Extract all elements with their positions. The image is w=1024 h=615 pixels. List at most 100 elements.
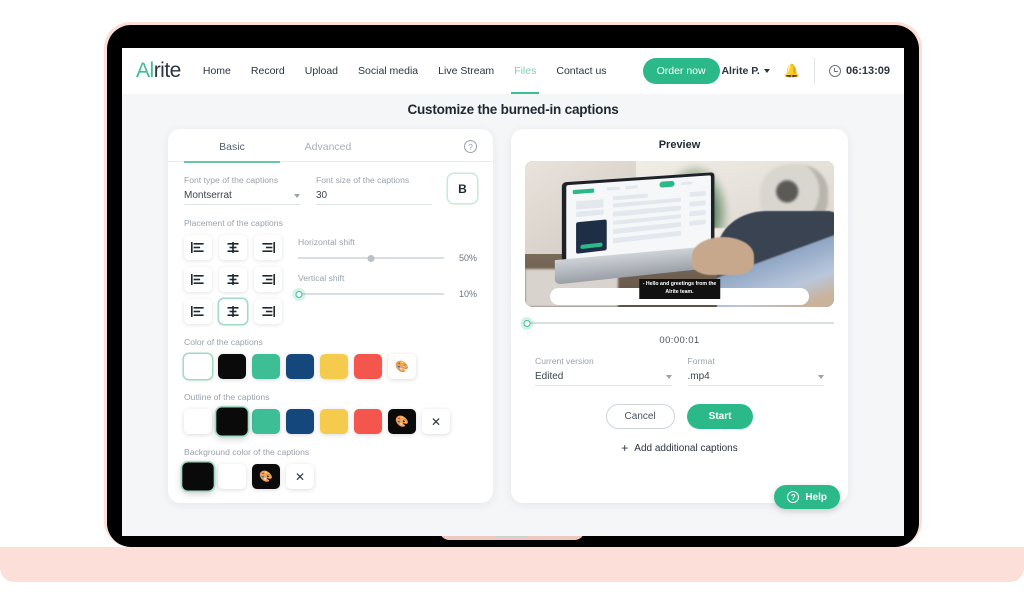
settings-card: Basic Advanced ? Font type of the captio…: [168, 129, 493, 503]
background-color-label: Background color of the captions: [184, 447, 310, 457]
chevron-down-icon: [665, 374, 672, 379]
settings-tabs: Basic Advanced ?: [168, 129, 493, 161]
preview-title: Preview: [658, 139, 701, 151]
align-top-center-button[interactable]: [219, 235, 247, 260]
outline-color-green[interactable]: [252, 409, 280, 434]
top-navbar: Al rite Home Record Upload Social media L…: [122, 48, 904, 94]
vertical-shift-thumb[interactable]: [295, 290, 303, 298]
align-middle-right-button[interactable]: [254, 267, 282, 292]
caption-color-green[interactable]: [252, 354, 280, 379]
nav-right-group: Alrite P. 🔔 06:13:09: [721, 48, 890, 94]
background-color-black[interactable]: [182, 462, 214, 491]
font-size-value: 30: [316, 190, 328, 201]
outline-color-palette-icon[interactable]: 🎨: [388, 409, 416, 434]
font-size-input[interactable]: 30: [316, 190, 432, 205]
current-version-field: Current version Edited: [535, 356, 672, 386]
horizontal-shift-value: 50%: [458, 253, 477, 263]
user-menu[interactable]: Alrite P.: [721, 65, 770, 77]
video-preview[interactable]: - Hello and greetings from the Alrite te…: [525, 161, 834, 307]
nav-item-home[interactable]: Home: [203, 48, 231, 94]
background-color-palette-icon[interactable]: 🎨: [252, 464, 280, 489]
order-now-button[interactable]: Order now: [642, 58, 720, 84]
slider-rail: [525, 322, 834, 324]
align-middle-left-button[interactable]: [184, 267, 212, 292]
chevron-down-icon: [818, 374, 824, 379]
nav-item-live-stream[interactable]: Live Stream: [438, 48, 494, 94]
alignment-grid: [184, 235, 282, 324]
align-top-right-button[interactable]: [254, 235, 282, 260]
caption-color-yellow[interactable]: [320, 354, 348, 379]
vertical-shift-slider[interactable]: [295, 289, 444, 299]
align-middle-center-button[interactable]: [219, 267, 247, 292]
logo-text-rite: rite: [153, 59, 182, 82]
bell-icon[interactable]: 🔔: [784, 63, 800, 79]
format-value: .mp4: [687, 371, 710, 382]
align-bottom-right-button[interactable]: [254, 299, 282, 324]
add-additional-captions-label: Add additional captions: [634, 442, 738, 454]
nav-item-social-media[interactable]: Social media: [358, 48, 418, 94]
font-type-label: Font type of the captions: [184, 175, 279, 185]
nav-item-record[interactable]: Record: [251, 48, 285, 94]
horizontal-shift-thumb[interactable]: [367, 254, 375, 262]
font-type-select[interactable]: Montserrat: [184, 190, 300, 205]
nav-item-files[interactable]: Files: [511, 48, 540, 94]
slider-rail: [298, 293, 444, 295]
caption-color-palette-icon[interactable]: 🎨: [388, 354, 416, 379]
caption-color-navy[interactable]: [286, 354, 314, 379]
horizontal-shift-slider[interactable]: [298, 253, 444, 263]
caption-color-red[interactable]: [354, 354, 382, 379]
format-label: Format: [687, 356, 715, 366]
tab-advanced[interactable]: Advanced: [280, 141, 376, 161]
caption-color-black[interactable]: [218, 354, 246, 379]
outline-color-navy[interactable]: [286, 409, 314, 434]
outline-color-clear-icon[interactable]: ✕: [422, 409, 450, 434]
tabs-underline: [168, 161, 493, 163]
horizontal-shift-label: Horizontal shift: [298, 237, 355, 247]
video-time-thumb[interactable]: [523, 319, 531, 327]
background-color-clear-icon[interactable]: ✕: [286, 464, 314, 489]
outline-color-white[interactable]: [184, 409, 212, 434]
nav-links: Home Record Upload Social media Live Str…: [203, 48, 720, 94]
outline-color-red[interactable]: [354, 409, 382, 434]
background-color-white[interactable]: [218, 464, 246, 489]
nav-item-contact-us[interactable]: Contact us: [556, 48, 606, 94]
bold-toggle-button[interactable]: B: [448, 174, 477, 203]
cancel-button[interactable]: Cancel: [605, 404, 675, 429]
session-timer: 06:13:09: [828, 65, 890, 77]
format-select[interactable]: .mp4: [687, 371, 824, 386]
screen: Al rite Home Record Upload Social media L…: [122, 48, 904, 536]
chevron-down-icon: [294, 193, 300, 198]
vertical-shift-value: 10%: [458, 289, 477, 299]
nav-item-upload[interactable]: Upload: [305, 48, 338, 94]
help-button[interactable]: ? Help: [774, 485, 840, 509]
preview-card: Preview - Hello and greetings from the A…: [511, 129, 848, 509]
scene: Al rite Home Record Upload Social media L…: [0, 0, 1024, 615]
video-time-slider[interactable]: [523, 317, 834, 329]
timer-value: 06:13:09: [845, 65, 890, 77]
shift-controls: Horizontal shift 50% Vertical shift 10%: [295, 235, 477, 324]
font-size-field: Font size of the captions 30: [316, 175, 432, 205]
action-buttons: Cancel Start: [511, 404, 848, 429]
vertical-shift-row: 10%: [295, 289, 477, 299]
video-timecode: 00:00:01: [659, 335, 700, 346]
tab-basic[interactable]: Basic: [184, 141, 280, 161]
help-button-label: Help: [805, 491, 827, 503]
alrite-logo[interactable]: Al rite: [136, 59, 181, 83]
caption-color-white[interactable]: [184, 354, 212, 379]
start-button[interactable]: Start: [686, 404, 754, 429]
align-bottom-left-button[interactable]: [184, 299, 212, 324]
outline-color-black[interactable]: [216, 407, 248, 436]
add-additional-captions-link[interactable]: + Add additional captions: [511, 441, 848, 455]
export-options: Current version Edited Format .mp4: [511, 346, 848, 386]
question-mark-icon[interactable]: ?: [464, 140, 477, 153]
page-title: Customize the burned-in captions: [407, 102, 619, 117]
font-type-field: Font type of the captions Montserrat: [184, 175, 300, 205]
user-name: Alrite P.: [721, 65, 760, 77]
current-version-select[interactable]: Edited: [535, 371, 672, 386]
background-color-swatches: 🎨 ✕: [182, 462, 477, 491]
align-bottom-center-button[interactable]: [219, 299, 247, 324]
caption-color-label: Color of the captions: [184, 337, 263, 347]
align-top-left-button[interactable]: [184, 235, 212, 260]
vertical-shift-label: Vertical shift: [298, 273, 345, 283]
outline-color-yellow[interactable]: [320, 409, 348, 434]
